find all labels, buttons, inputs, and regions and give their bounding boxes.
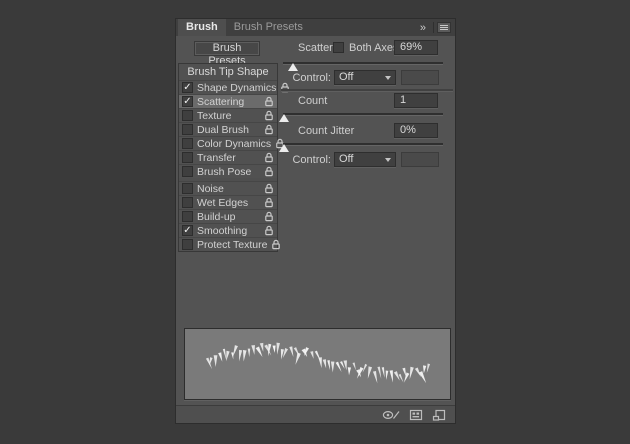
- checkbox-icon[interactable]: [182, 110, 193, 121]
- count-value-input[interactable]: 1: [394, 93, 438, 108]
- section-divider: [281, 89, 453, 91]
- lock-icon[interactable]: [271, 239, 281, 250]
- slider-thumb[interactable]: [278, 114, 289, 122]
- sidebar-item-protect-texture[interactable]: Protect Texture: [179, 237, 281, 251]
- sidebar-item-label: Build-up: [197, 210, 236, 223]
- checkbox-icon[interactable]: [182, 211, 193, 222]
- sidebar-item-shape-dynamics[interactable]: ✓ Shape Dynamics: [179, 80, 290, 94]
- checkbox-icon[interactable]: [182, 197, 193, 208]
- count-slider[interactable]: [278, 111, 443, 123]
- sidebar-item-texture[interactable]: Texture: [179, 108, 277, 122]
- sidebar-item-scattering[interactable]: ✓ Scattering: [179, 94, 277, 108]
- scatter-control-dropdown[interactable]: Off: [334, 70, 396, 85]
- scatter-value-input[interactable]: 69%: [394, 40, 438, 55]
- checkbox-icon[interactable]: [182, 166, 193, 177]
- count-jitter-label: Count Jitter: [298, 125, 355, 137]
- lock-icon[interactable]: [264, 110, 274, 121]
- count-jitter-value-input[interactable]: 0%: [394, 123, 438, 138]
- create-new-brush-icon[interactable]: [432, 409, 446, 424]
- chevron-down-icon: [385, 157, 391, 162]
- lock-icon[interactable]: [264, 166, 274, 177]
- panel-tab-bar: Brush Brush Presets »: [176, 19, 455, 36]
- dropdown-value: Off: [339, 71, 354, 83]
- both-axes-checkbox[interactable]: [333, 42, 344, 53]
- panel-menu-icon[interactable]: [437, 22, 451, 33]
- slider-thumb[interactable]: [287, 63, 298, 71]
- tab-brush[interactable]: Brush: [178, 19, 226, 36]
- sidebar-list: ✓ Shape Dynamics ✓ Scattering Texture Dual Br…: [179, 80, 290, 251]
- slider-thumb[interactable]: [278, 144, 289, 152]
- lock-icon[interactable]: [264, 197, 274, 208]
- tabbar-divider: [433, 22, 434, 33]
- slider-track: [283, 62, 443, 64]
- tab-brush-presets[interactable]: Brush Presets: [226, 19, 311, 36]
- lock-icon[interactable]: [264, 96, 274, 107]
- sidebar-item-dual-brush[interactable]: Dual Brush: [179, 122, 277, 136]
- lock-icon[interactable]: [264, 211, 274, 222]
- lock-icon[interactable]: [264, 225, 274, 236]
- sidebar-item-transfer[interactable]: Transfer: [179, 150, 277, 164]
- lock-icon[interactable]: [264, 124, 274, 135]
- scatter-control-amount-disabled: [401, 70, 439, 85]
- checkbox-icon[interactable]: ✓: [182, 82, 193, 93]
- scatter-label: Scatter: [298, 42, 333, 54]
- panel-body: Brush Presets Brush Tip Shape ✓ Shape Dyn…: [176, 36, 455, 423]
- dropdown-value: Off: [339, 153, 354, 165]
- collapse-panel-icon[interactable]: »: [415, 22, 430, 34]
- panel-footer: [176, 405, 455, 423]
- checkbox-icon[interactable]: ✓: [182, 225, 193, 236]
- sidebar-item-label: Wet Edges: [197, 196, 249, 209]
- brush-presets-button[interactable]: Brush Presets: [194, 41, 260, 67]
- sidebar-item-label: Protect Texture: [197, 238, 268, 251]
- count-label: Count: [298, 95, 328, 107]
- scatter-control-label: Control:: [292, 72, 331, 84]
- checkbox-icon[interactable]: [182, 138, 193, 149]
- brush-stroke-preview-canvas: [205, 342, 431, 384]
- brush-panel: Brush Brush Presets » Brush Presets Brus…: [175, 18, 456, 424]
- count-jitter-control-label: Control:: [292, 154, 331, 166]
- slider-track: [283, 113, 443, 115]
- brush-stroke-preview: [184, 328, 451, 400]
- sidebar-item-label: Transfer: [197, 151, 236, 164]
- count-jitter-control-amount-disabled: [401, 152, 439, 167]
- open-preset-manager-icon[interactable]: [409, 409, 423, 424]
- sidebar-item-wet-edges[interactable]: Wet Edges: [179, 195, 277, 209]
- sidebar-item-label: Brush Pose: [197, 165, 252, 178]
- brush-settings-sidebar: Brush Tip Shape ✓ Shape Dynamics ✓ Scatteri…: [178, 63, 290, 252]
- toggle-live-tip-brush-preview-icon[interactable]: [382, 409, 401, 424]
- sidebar-item-brush-tip-shape[interactable]: Brush Tip Shape: [179, 64, 277, 80]
- checkbox-icon[interactable]: [182, 124, 193, 135]
- sidebar-item-label: Scattering: [197, 95, 245, 108]
- both-axes-label[interactable]: Both Axes: [349, 42, 399, 54]
- sidebar-item-build-up[interactable]: Build-up: [179, 209, 277, 223]
- sidebar-item-noise[interactable]: Noise: [179, 181, 277, 195]
- lock-icon[interactable]: [264, 183, 274, 194]
- sidebar-item-smoothing[interactable]: ✓ Smoothing: [179, 223, 277, 237]
- sidebar-item-label: Smoothing: [197, 224, 248, 237]
- slider-track: [283, 143, 443, 145]
- sidebar-item-label: Shape Dynamics: [197, 81, 277, 94]
- checkbox-icon[interactable]: ✓: [182, 96, 193, 107]
- sidebar-item-label: Noise: [197, 182, 224, 195]
- sidebar-item-label: Color Dynamics: [197, 137, 272, 150]
- sidebar-item-brush-pose[interactable]: Brush Pose: [179, 164, 277, 178]
- sidebar-item-label: Dual Brush: [197, 123, 249, 136]
- checkbox-icon[interactable]: [182, 239, 193, 250]
- checkbox-icon[interactable]: [182, 183, 193, 194]
- count-jitter-control-dropdown[interactable]: Off: [334, 152, 396, 167]
- checkbox-icon[interactable]: [182, 152, 193, 163]
- lock-icon[interactable]: [264, 152, 274, 163]
- sidebar-item-color-dynamics[interactable]: Color Dynamics: [179, 136, 284, 150]
- chevron-down-icon: [385, 75, 391, 80]
- sidebar-item-label: Texture: [197, 109, 232, 122]
